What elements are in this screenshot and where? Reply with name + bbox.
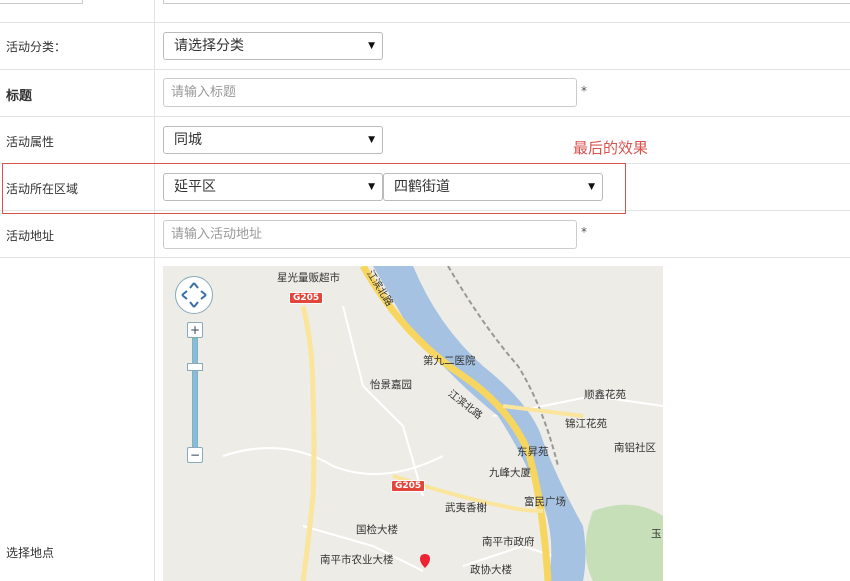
title-label: 标题 [6,89,33,104]
category-label: 活动分类： [6,40,67,54]
poi-label: 锦江花苑 [565,418,607,430]
poi-label: 南平市农业大楼 [320,554,394,566]
poi-label: 国检大楼 [356,524,398,536]
attribute-select[interactable]: 同城 ▼ [163,126,383,154]
address-input[interactable]: 请输入活动地址 [163,220,577,249]
attribute-label: 活动属性 [6,135,55,149]
attribute-select-value: 同城 [174,132,202,148]
attribute-row [0,116,850,164]
poi-label: 东昇苑 [517,446,549,458]
address-input-placeholder: 请输入活动地址 [171,227,263,242]
poi-label: 顺鑫花苑 [584,389,626,401]
category-select[interactable]: 请选择分类 ▼ [163,32,383,60]
river [373,266,586,581]
title-input-placeholder: 请输入标题 [171,85,237,100]
title-input[interactable]: 请输入标题 [163,78,577,107]
poi-label: 第九二医院 [423,355,476,367]
category-select-value: 请选择分类 [174,38,244,54]
zoom-in-button[interactable]: + [187,322,203,338]
pan-arrows-icon [181,282,207,308]
row-divider [0,0,850,23]
zoom-slider-track[interactable] [192,338,198,456]
poi-label: 富民广场 [524,496,566,508]
poi-label: 南平市政府 [482,536,535,548]
poi-label: 南铝社区 [614,442,656,454]
required-mark: * [581,84,587,98]
pan-control[interactable] [175,276,213,314]
poi-label: 玉 [651,528,662,540]
poi-label: 武夷香榭 [445,502,487,514]
location-marker [420,554,430,568]
poi-label: 怡景嘉园 [370,379,412,391]
park-area [585,504,663,581]
dropdown-arrow-icon: ▼ [368,135,375,145]
road-shield: G205 [391,480,426,492]
address-label: 活动地址 [6,229,55,243]
location-map[interactable]: + − G205 G205 江滨北路 江滨北路 星光量贩超市 第九二医院 怡景嘉… [163,266,663,581]
poi-label: 星光量贩超市 [277,272,340,284]
road-shield: G205 [289,292,324,304]
main-road [300,305,317,581]
activity-form: 活动分类： 请选择分类 ▼ 标题 请输入标题 * 活动属性 同城 ▼ 最后的效果… [0,0,850,581]
location-label: 选择地点 [6,546,55,560]
poi-label: 政协大楼 [470,564,512,576]
dropdown-arrow-icon: ▼ [368,41,375,51]
required-mark: * [581,225,587,239]
highlight-box [2,163,626,214]
category-row [0,22,850,70]
annotation-note: 最后的效果 [573,139,649,157]
poi-label: 九峰大厦 [489,467,531,479]
zoom-out-button[interactable]: − [187,447,203,463]
zoom-slider-handle[interactable] [187,363,203,371]
